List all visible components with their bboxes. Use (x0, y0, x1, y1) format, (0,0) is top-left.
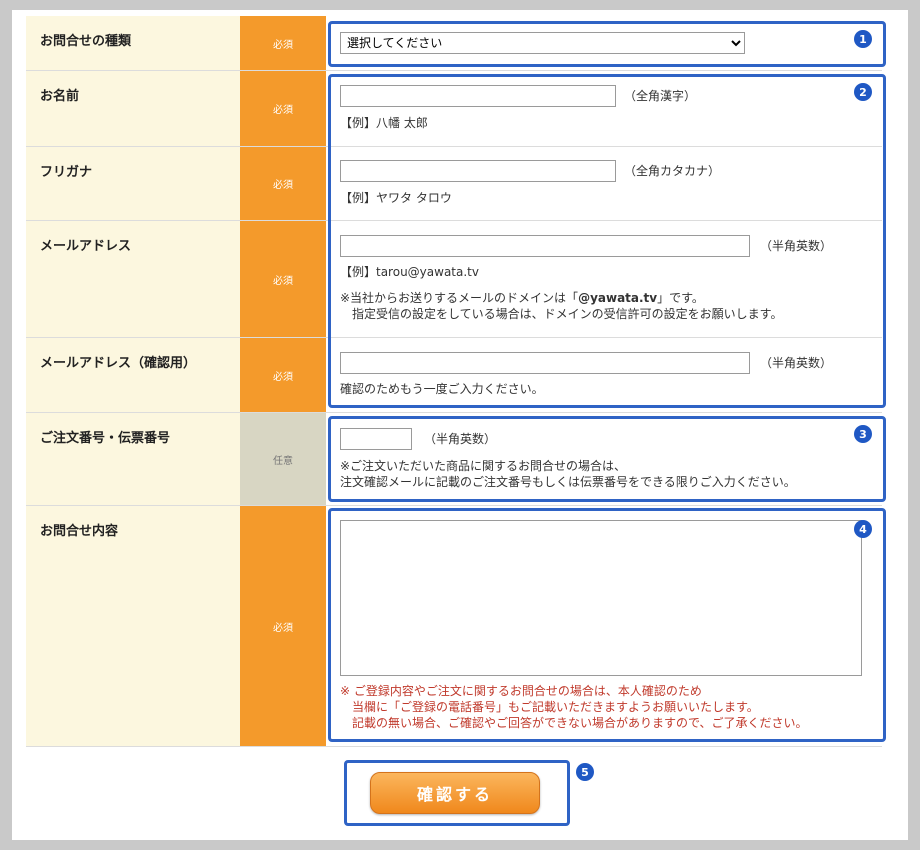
inquiry-type-label: お問合せの種類 (26, 16, 240, 70)
marker-5: 5 (576, 763, 594, 781)
email-domain-note: ※当社からお送りするメールのドメインは「@yawata.tv」です。 (340, 291, 704, 306)
content-note-2: 当欄に「ご登録の電話番号」もご記載いただきますようお願いいたします。 (352, 700, 759, 714)
email-receive-note: 指定受信の設定をしている場合は、ドメインの受信許可の設定をお願いします。 (352, 307, 783, 321)
required-badge: 必須 (240, 221, 326, 337)
email-domain-note-prefix: ※当社からお送りするメールのドメインは「 (340, 291, 579, 305)
row-order-number: ご注文番号・伝票番号 任意 （半角英数） ※ご注文いただいた商品に関するお問合せ… (26, 413, 882, 506)
order-number-cell: （半角英数） ※ご注文いただいた商品に関するお問合せの場合は、 注文確認メールに… (326, 413, 882, 505)
name-label: お名前 (26, 71, 240, 146)
required-badge: 必須 (240, 71, 326, 146)
email-confirm-cell: （半角英数） 確認のためもう一度ご入力ください。 (326, 338, 882, 412)
email-hint: （半角英数） (760, 239, 833, 253)
email-confirm-note: 確認のためもう一度ご入力ください。 (340, 382, 544, 396)
furigana-label: フリガナ (26, 147, 240, 220)
content-cell: ※ ご登録内容やご注文に関するお問合せの場合は、本人確認のため 当欄に「ご登録の… (326, 506, 882, 746)
row-name: お名前 必須 （全角漢字） 【例】八幡 太郎 (26, 71, 882, 147)
email-input[interactable] (340, 235, 750, 257)
name-example: 【例】八幡 太郎 (340, 116, 428, 130)
marker-2: 2 (854, 83, 872, 101)
required-badge: 必須 (240, 338, 326, 412)
confirm-button[interactable]: 確認する (370, 772, 540, 814)
email-confirm-label: メールアドレス（確認用） (26, 338, 240, 412)
email-confirm-input[interactable] (340, 352, 750, 374)
name-hint: （全角漢字） (624, 89, 697, 103)
marker-4: 4 (854, 520, 872, 538)
inquiry-type-cell: 選択してください (326, 16, 882, 70)
required-badge: 必須 (240, 506, 326, 746)
order-number-hint: （半角英数） (424, 432, 497, 446)
content-label: お問合せ内容 (26, 506, 240, 746)
inquiry-type-select[interactable]: 選択してください (340, 32, 745, 54)
required-badge: 必須 (240, 16, 326, 70)
optional-badge: 任意 (240, 413, 326, 505)
marker-1: 1 (854, 30, 872, 48)
order-number-note-1: ※ご注文いただいた商品に関するお問合せの場合は、 (340, 459, 627, 473)
row-furigana: フリガナ 必須 （全角カタカナ） 【例】ヤワタ タロウ (26, 147, 882, 221)
order-number-label: ご注文番号・伝票番号 (26, 413, 240, 505)
row-inquiry-type: お問合せの種類 必須 選択してください (26, 16, 882, 71)
email-example: 【例】tarou@yawata.tv (340, 265, 479, 279)
furigana-example: 【例】ヤワタ タロウ (340, 191, 452, 205)
order-number-input[interactable] (340, 428, 412, 450)
email-cell: （半角英数） 【例】tarou@yawata.tv ※当社からお送りするメールの… (326, 221, 882, 337)
email-confirm-hint: （半角英数） (760, 356, 833, 370)
email-domain-note-suffix: 」です。 (657, 291, 704, 305)
row-email: メールアドレス 必須 （半角英数） 【例】tarou@yawata.tv ※当社… (26, 221, 882, 338)
marker-3: 3 (854, 425, 872, 443)
email-domain: @yawata.tv (578, 291, 658, 305)
name-cell: （全角漢字） 【例】八幡 太郎 (326, 71, 882, 146)
required-badge: 必須 (240, 147, 326, 220)
name-input[interactable] (340, 85, 616, 107)
content-note-3: 記載の無い場合、ご確認やご回答ができない場合がありますので、ご了承ください。 (352, 716, 808, 730)
email-label: メールアドレス (26, 221, 240, 337)
form-frame: お問合せの種類 必須 選択してください お名前 必須 （全角漢字） 【例】八幡 … (12, 10, 908, 840)
content-textarea[interactable] (340, 520, 862, 676)
content-note-1: ※ ご登録内容やご注文に関するお問合せの場合は、本人確認のため (340, 684, 702, 698)
row-email-confirm: メールアドレス（確認用） 必須 （半角英数） 確認のためもう一度ご入力ください。 (26, 338, 882, 413)
row-content: お問合せ内容 必須 ※ ご登録内容やご注文に関するお問合せの場合は、本人確認のた… (26, 506, 882, 747)
furigana-hint: （全角カタカナ） (624, 164, 721, 178)
order-number-note-2: 注文確認メールに記載のご注文番号もしくは伝票番号をできる限りご入力ください。 (340, 475, 796, 489)
furigana-cell: （全角カタカナ） 【例】ヤワタ タロウ (326, 147, 882, 220)
furigana-input[interactable] (340, 160, 616, 182)
